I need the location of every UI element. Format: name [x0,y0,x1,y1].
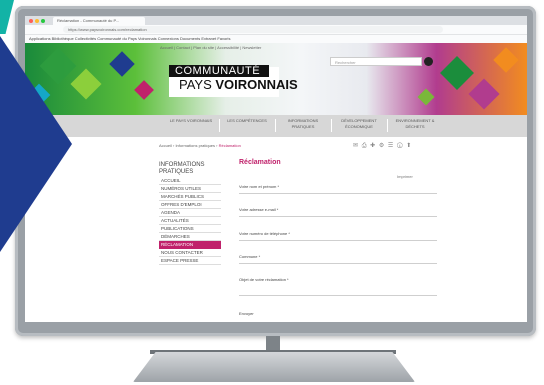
menu-item-pays[interactable]: LE PAYS VOIRONNAIS [165,118,217,124]
logo-word-pays: PAYS [179,77,216,92]
form-field-label[interactable]: Commune * [239,254,260,259]
top-utility-nav[interactable]: Accueil | Contact | Plan du site | Acces… [160,45,261,50]
tv-screen: Réclamation - Communauté du P... https:/… [25,16,527,322]
search-input[interactable]: Rechercher [330,57,422,66]
menu-divider [219,119,220,132]
menu-item-environnement[interactable]: ENVIRONNEMENT & DÉCHETS [389,118,441,130]
menu-item-infos[interactable]: INFORMATIONS PRATIQUES [277,118,329,130]
url-field[interactable]: https://www.paysvoironnais.com/reclamati… [63,26,443,33]
form-field-label[interactable]: Objet de votre réclamation * [239,277,289,282]
form-field-label[interactable]: Votre nom et prénom * [239,184,279,189]
form-field-line[interactable] [239,216,437,217]
sidebar-item[interactable]: OFFRES D'EMPLOI [159,201,221,209]
decorative-square [417,88,435,106]
menu-divider [331,119,332,132]
decorative-square [468,78,500,110]
window-minimize-icon[interactable] [35,19,39,23]
breadcrumb-path[interactable]: Accueil › Informations pratiques › [159,143,219,148]
share-tools-icons[interactable]: ✉ ⎙ ✚ ⚙ ☰ ⓘ ⬆ [353,142,412,150]
breadcrumb-current: Réclamation [218,143,241,148]
page-title: Réclamation [239,159,281,166]
sidebar-item[interactable]: ACCUEIL [159,177,221,185]
decorative-square [440,56,474,90]
decorative-teal-shape [0,0,14,34]
site-banner: Accueil | Contact | Plan du site | Acces… [25,43,527,115]
sidebar-item[interactable]: AGENDA [159,209,221,217]
window-maximize-icon[interactable] [41,19,45,23]
decorative-square [70,68,102,100]
decorative-blue-shape [0,36,72,252]
search-icon[interactable] [424,57,433,66]
logo-title-line1: COMMUNAUTÉ [169,65,269,77]
form-field-label[interactable]: Votre numéro de téléphone * [239,231,290,236]
main-menu: LE PAYS VOIRONNAIS LES COMPÉTENCES INFOR… [25,115,527,137]
browser-tab-bar: Réclamation - Communauté du P... [25,16,527,25]
print-link[interactable]: Imprimer [397,174,413,179]
menu-divider [275,119,276,132]
window-close-icon[interactable] [29,19,33,23]
form-field-line[interactable] [239,240,437,241]
sidebar-item[interactable]: NUMÉROS UTILES [159,185,221,193]
sidebar-item-active[interactable]: RÉCLAMATION [159,241,221,249]
submit-button[interactable]: Envoyer [239,311,254,316]
address-bar: https://www.paysvoironnais.com/reclamati… [25,25,527,41]
browser-tab[interactable]: Réclamation - Communauté du P... [53,17,145,25]
menu-item-competences[interactable]: LES COMPÉTENCES [221,118,273,124]
menu-item-economie[interactable]: DÉVELOPPEMENT ÉCONOMIQUE [333,118,385,130]
decorative-square [134,80,154,100]
sidebar-item[interactable]: DÉMARCHES [159,233,221,241]
logo-title-line2: PAYS VOIRONNAIS [179,77,298,93]
decorative-square [109,51,135,77]
tv-base [133,352,415,382]
form-field-line[interactable] [239,295,437,296]
menu-divider [387,119,388,132]
sidebar-item[interactable]: PUBLICATIONS [159,225,221,233]
sidebar-item[interactable]: ACTUALITÉS [159,217,221,225]
bookmarks-bar[interactable]: Applications Bibliothèque Collectivités … [25,35,527,43]
logo-word-voironnais: VOIRONNAIS [215,77,298,92]
sidebar-item[interactable]: MARCHÉS PUBLICS [159,193,221,201]
sidebar-item[interactable]: ESPACE PRESSE [159,257,221,265]
form-field-label[interactable]: Votre adresse e-mail * [239,207,278,212]
form-field-line[interactable] [239,263,437,264]
page-content: Accueil › Informations pratiques › Récla… [145,137,447,322]
decorative-square [493,47,519,73]
sidebar-item[interactable]: NOUS CONTACTER [159,249,221,257]
sidebar-heading: INFORMATIONS PRATIQUES [159,162,205,175]
breadcrumb[interactable]: Accueil › Informations pratiques › Récla… [159,143,241,148]
form-field-line[interactable] [239,193,437,194]
